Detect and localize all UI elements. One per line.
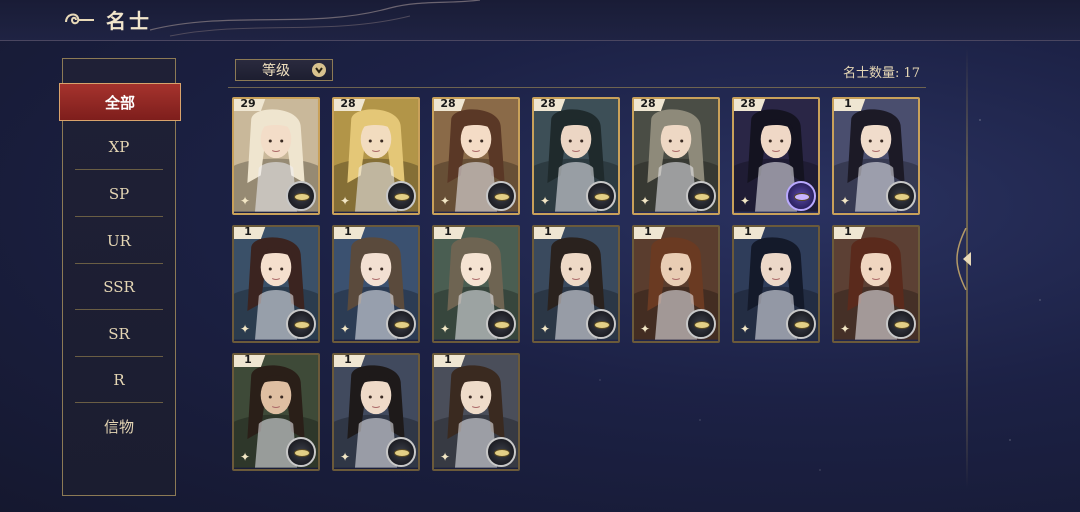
card-level: 1 — [234, 355, 266, 367]
sidebar-item-sp[interactable]: SP — [75, 171, 163, 217]
cloud-swirl-icon — [65, 13, 94, 25]
character-card[interactable]: ✦ 1 — [232, 225, 320, 343]
card-level: 1 — [434, 227, 466, 239]
character-card[interactable]: ✦ 1 — [232, 353, 320, 471]
sparkle-icon: ✦ — [740, 194, 751, 208]
sparkle-icon: ✦ — [540, 322, 551, 336]
sparkle-icon: ✦ — [440, 322, 451, 336]
card-level: 29 — [234, 99, 266, 111]
card-level: 28 — [734, 99, 766, 111]
card-level: 1 — [334, 355, 366, 367]
card-level: 28 — [334, 99, 366, 111]
card-level: 1 — [534, 227, 566, 239]
sparkle-icon: ✦ — [340, 322, 351, 336]
card-level: 1 — [734, 227, 766, 239]
sparkle-icon: ✦ — [640, 194, 651, 208]
character-grid: ✦ 29 ✦ 28 ✦ 28 ✦ 28 ✦ 28 ✦ 28 ✦ 1 ✦ 1 ✦ … — [232, 97, 922, 477]
item-badge-icon — [886, 309, 916, 339]
item-badge-icon — [286, 181, 316, 211]
sparkle-icon: ✦ — [540, 194, 551, 208]
card-level: 1 — [634, 227, 666, 239]
rarity-filter-sidebar: 全部 XP SP UR SSR SR R 信物 — [59, 58, 181, 496]
sort-dropdown-label: 等级 — [262, 63, 290, 79]
character-card[interactable]: ✦ 28 — [332, 97, 420, 215]
item-badge-icon — [286, 437, 316, 467]
page-title: 名士 — [106, 9, 152, 33]
top-header-bar: 名士 — [0, 0, 1080, 41]
sparkle-icon: ✦ — [440, 194, 451, 208]
sidebar-item-r[interactable]: R — [75, 357, 163, 403]
item-badge-icon — [486, 309, 516, 339]
sidebar-item-sr[interactable]: SR — [75, 311, 163, 357]
sparkle-icon: ✦ — [240, 450, 251, 464]
sidebar-item-token[interactable]: 信物 — [75, 404, 163, 449]
item-badge-icon — [386, 437, 416, 467]
sidebar-item-xp[interactable]: XP — [75, 124, 163, 170]
sparkle-icon: ✦ — [340, 194, 351, 208]
character-card[interactable]: ✦ 28 — [632, 97, 720, 215]
character-card[interactable]: ✦ 1 — [732, 225, 820, 343]
sparkle-icon: ✦ — [240, 322, 251, 336]
character-card[interactable]: ✦ 1 — [632, 225, 720, 343]
card-level: 1 — [334, 227, 366, 239]
collapse-arrow-icon[interactable] — [955, 228, 977, 290]
character-card[interactable]: ✦ 1 — [432, 353, 520, 471]
character-card[interactable]: ✦ 28 — [432, 97, 520, 215]
divider — [228, 87, 926, 88]
item-badge-icon — [786, 309, 816, 339]
sparkle-icon: ✦ — [240, 194, 251, 208]
decorative-swirl — [150, 0, 480, 37]
item-badge-icon — [686, 181, 716, 211]
item-badge-icon — [486, 181, 516, 211]
item-badge-icon — [586, 181, 616, 211]
item-badge-icon — [386, 309, 416, 339]
card-level: 1 — [834, 227, 866, 239]
card-level: 28 — [434, 99, 466, 111]
character-card[interactable]: ✦ 1 — [432, 225, 520, 343]
item-badge-icon — [486, 437, 516, 467]
sparkle-icon: ✦ — [840, 194, 851, 208]
sidebar-item-ssr[interactable]: SSR — [75, 264, 163, 310]
card-level: 1 — [834, 99, 866, 111]
sort-dropdown[interactable]: 等级 — [235, 59, 333, 81]
character-card[interactable]: ✦ 28 — [732, 97, 820, 215]
character-card[interactable]: ✦ 1 — [332, 225, 420, 343]
character-count: 名士数量: 17 — [842, 66, 920, 81]
chevron-down-icon — [312, 63, 326, 77]
character-card[interactable]: ✦ 1 — [832, 97, 920, 215]
card-level: 1 — [434, 355, 466, 367]
item-badge-icon — [886, 181, 916, 211]
sparkle-icon: ✦ — [340, 450, 351, 464]
sparkle-icon: ✦ — [840, 322, 851, 336]
sparkle-icon: ✦ — [740, 322, 751, 336]
item-badge-icon — [686, 309, 716, 339]
character-card[interactable]: ✦ 1 — [532, 225, 620, 343]
character-card[interactable]: ✦ 1 — [332, 353, 420, 471]
item-badge-icon — [386, 181, 416, 211]
card-level: 1 — [234, 227, 266, 239]
sidebar-item-all[interactable]: 全部 — [59, 83, 181, 121]
sidebar-item-ur[interactable]: UR — [75, 218, 163, 264]
sparkle-icon: ✦ — [640, 322, 651, 336]
character-card[interactable]: ✦ 1 — [832, 225, 920, 343]
sparkle-icon: ✦ — [440, 450, 451, 464]
card-level: 28 — [634, 99, 666, 111]
item-badge-icon — [786, 181, 816, 211]
character-card[interactable]: ✦ 29 — [232, 97, 320, 215]
character-card[interactable]: ✦ 28 — [532, 97, 620, 215]
item-badge-icon — [286, 309, 316, 339]
item-badge-icon — [586, 309, 616, 339]
card-level: 28 — [534, 99, 566, 111]
